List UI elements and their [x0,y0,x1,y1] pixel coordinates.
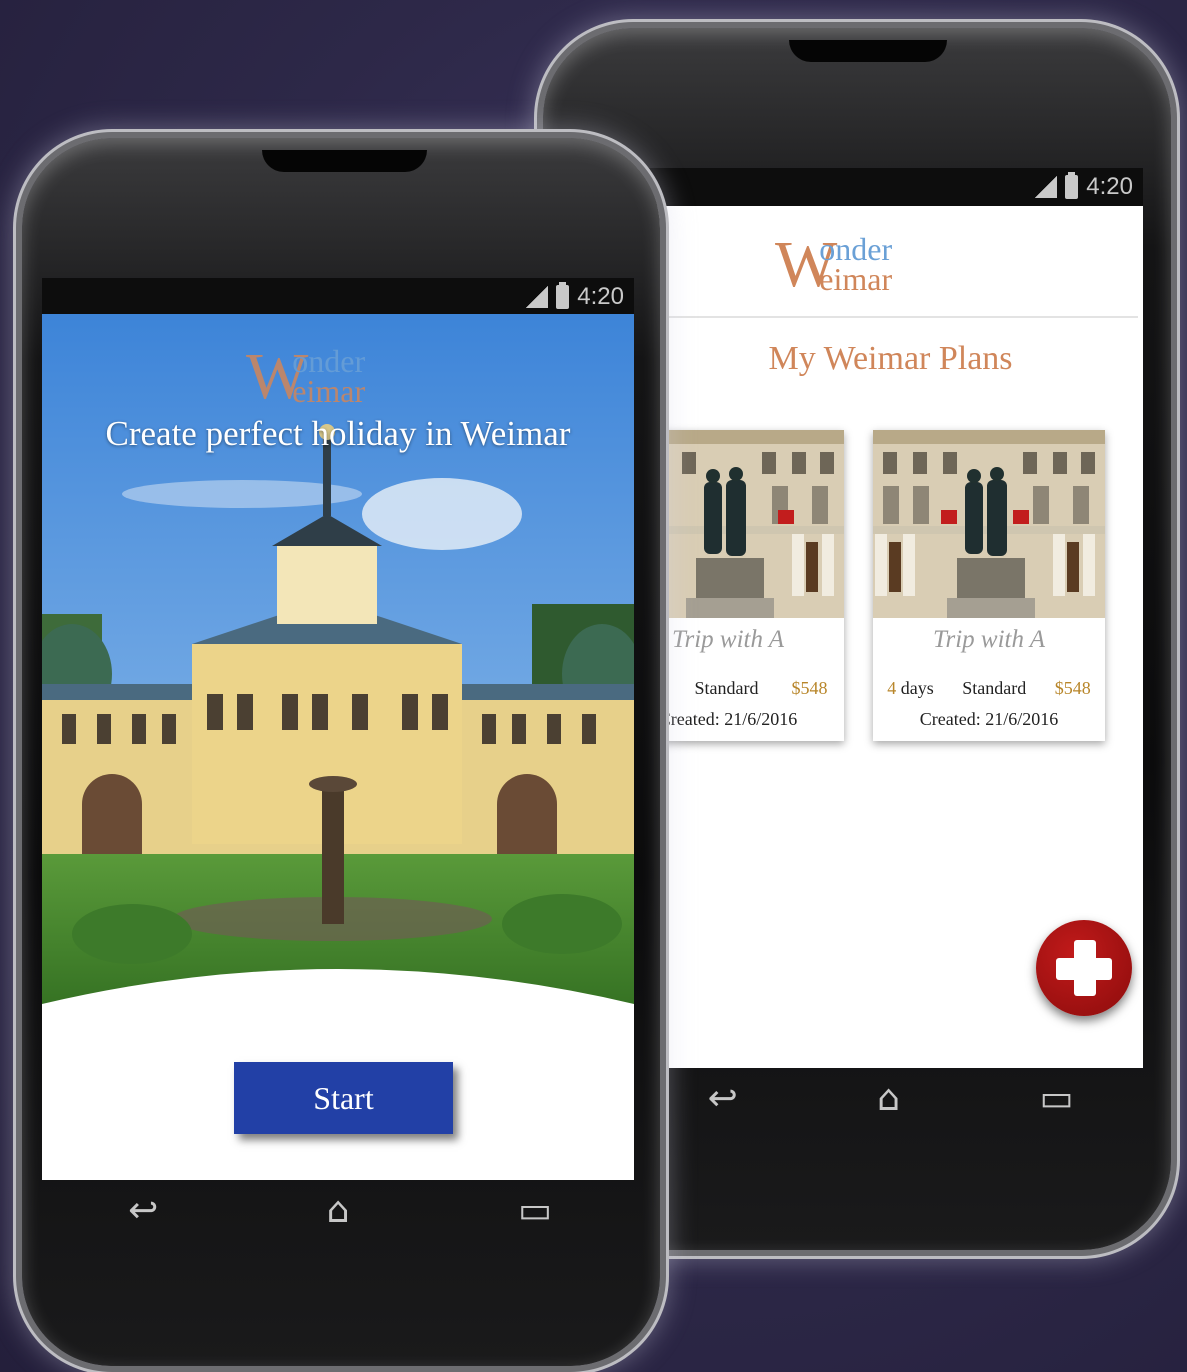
logo-word-2: eimar [292,373,366,410]
status-bar: 4:20 [638,168,1143,206]
battery-icon [1065,172,1079,199]
recents-icon[interactable]: ▭ [1039,1078,1073,1119]
welcome-screen: 4:20 W onder eimar Create perfect holida… [42,278,634,1180]
logo-word-2: eimar [819,261,893,298]
tagline: Create perfect holiday in Weimar [105,414,571,453]
plan-price: $548 [791,678,828,698]
plan-meta: days Standard $548 [638,678,844,699]
status-time: 4:20 [1086,173,1133,200]
battery-icon [556,282,570,309]
status-time: 4:20 [577,283,624,310]
plan-type: Standard [962,678,1027,698]
plan-meta: 4 days Standard $548 [873,678,1105,699]
home-icon[interactable]: ⌂ [327,1190,350,1231]
plans-screen: 4:20 W onder eimar My Weimar Plans Trip … [638,168,1143,1068]
recents-icon[interactable]: ▭ [518,1190,552,1231]
plan-created-date: Created: 21/6/2016 [658,709,798,729]
plan-price: $548 [1054,678,1091,698]
plan-card[interactable]: Trip with A 4 days Standard $548 Created… [873,430,1105,741]
plan-card[interactable]: Trip with A days Standard $548 Created: … [638,430,844,741]
add-plan-button[interactable] [1036,920,1132,1016]
app-logo: W onder eimar [775,232,892,298]
system-nav-bar: ↩ ⌂ ▭ [44,1180,636,1240]
status-bar: 4:20 [42,278,634,316]
back-icon[interactable]: ↩ [128,1190,158,1231]
system-nav-bar: ↩ ⌂ ▭ [638,1068,1143,1128]
back-icon[interactable]: ↩ [708,1078,738,1119]
plan-days-number: 4 [887,678,897,698]
home-icon[interactable]: ⌂ [877,1078,900,1119]
plan-days-label: days [900,678,934,698]
speaker-grille [789,40,947,62]
logo-word-1: onder [819,231,893,267]
phone-device-front: 4:20 W onder eimar Create perfect holida… [22,138,660,1366]
plan-photo [638,430,844,618]
start-button[interactable]: Start [234,1062,453,1134]
plan-caption: Trip with A [671,626,785,653]
page-title: My Weimar Plans [768,340,1013,377]
logo-word-1: onder [292,343,366,379]
plan-type: Standard [694,678,759,698]
header-divider [638,316,1138,318]
signal-icon [1035,176,1058,198]
signal-icon [526,286,549,308]
plan-photo [873,430,1105,618]
app-logo: W onder eimar [246,344,365,410]
plan-created-date: Created: 21/6/2016 [919,709,1059,729]
plan-caption: Trip with A [932,626,1046,653]
speaker-grille [262,150,427,172]
